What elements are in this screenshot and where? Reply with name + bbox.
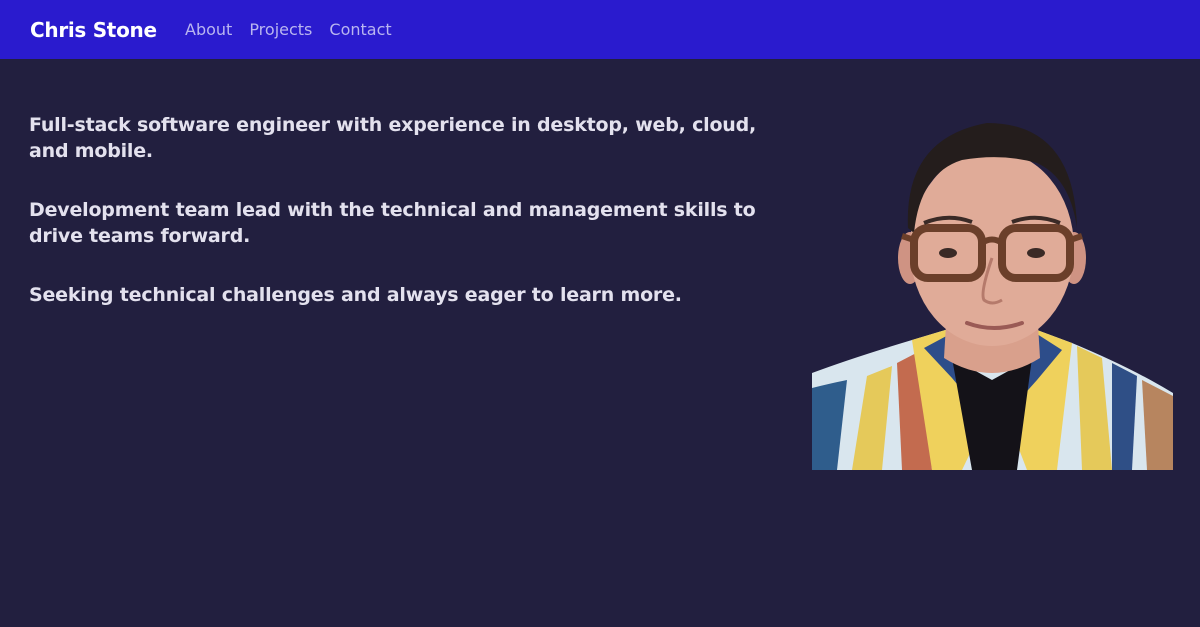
intro-paragraph-1: Full-stack software engineer with experi… <box>29 114 757 162</box>
profile-photo <box>812 118 1173 470</box>
nav-projects-link[interactable]: Projects <box>249 20 312 39</box>
brand-link[interactable]: Chris Stone <box>30 18 157 42</box>
intro-section: Full-stack software engineer with experi… <box>29 112 769 341</box>
nav-links: About Projects Contact <box>185 20 392 39</box>
intro-paragraph-3: Seeking technical challenges and always … <box>29 284 682 306</box>
nav-contact-link[interactable]: Contact <box>329 20 391 39</box>
nav-about-link[interactable]: About <box>185 20 232 39</box>
intro-paragraph-2: Development team lead with the technical… <box>29 199 756 247</box>
top-navbar: Chris Stone About Projects Contact <box>0 0 1200 59</box>
